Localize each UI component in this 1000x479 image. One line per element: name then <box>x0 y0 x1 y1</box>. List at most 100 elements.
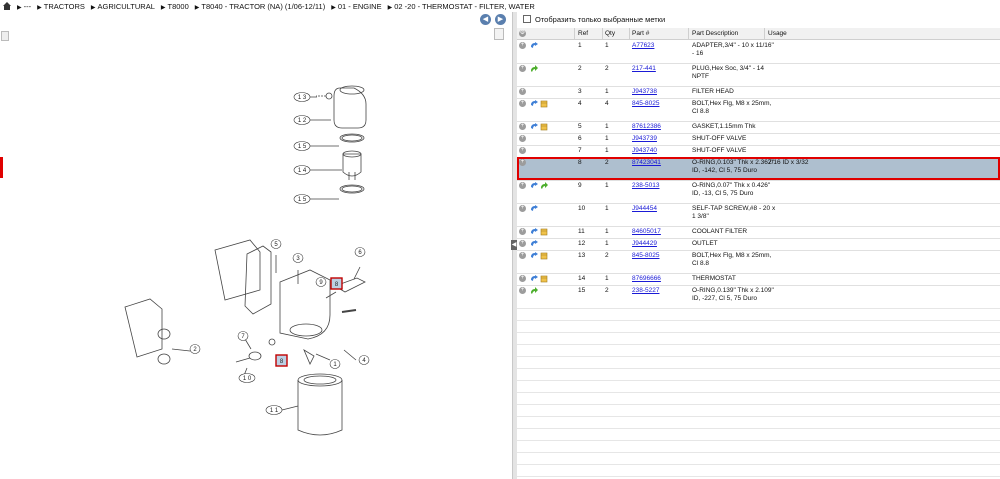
empty-row-line <box>517 464 1000 465</box>
add-to-cart-icon[interactable]: + <box>519 135 526 142</box>
table-row[interactable]: +13 2 845-8025 BOLT,Hex Flg, M8 x 25mm, Cl 8… <box>517 250 1000 274</box>
add-to-cart-icon[interactable]: + <box>519 287 526 294</box>
empty-row-line <box>517 416 1000 417</box>
breadcrumb-item[interactable]: ▶ T8000 <box>161 2 189 11</box>
qty-cell: 1 <box>605 275 609 282</box>
package-icon[interactable] <box>540 275 548 283</box>
ref-cell: 3 <box>578 88 582 95</box>
part-number-link[interactable]: 87612386 <box>632 123 661 131</box>
callout-15b: 1 5 <box>298 197 307 203</box>
description-cell: O-RING,0.07" Thk x 0.426" ID, -13, Cl 5, … <box>692 182 771 197</box>
add-to-cart-icon[interactable]: + <box>519 228 526 235</box>
part-number-link[interactable]: 238-5013 <box>632 182 659 190</box>
breadcrumb-item[interactable]: ▶ --- <box>17 2 31 11</box>
add-to-cart-icon[interactable]: + <box>519 100 526 107</box>
breadcrumb-item[interactable]: ▶ TRACTORS <box>37 2 85 11</box>
table-row[interactable]: +9 1 238-5013 O-RING,0.07" Thk x 0.426" ID, … <box>517 180 1000 204</box>
package-icon[interactable] <box>540 123 548 131</box>
gasket-part <box>244 245 272 315</box>
description-cell: BOLT,Hex Flg, M8 x 25mm, Cl 8.8 <box>692 100 772 115</box>
table-row[interactable]: +15 2 238-5227 O-RING,0.139" Thk x 2.109" ID… <box>517 285 1000 309</box>
qty-cell: 1 <box>605 182 609 189</box>
description-cell: OUTLET <box>692 240 718 247</box>
settings-icon[interactable]: ⚙ <box>519 30 526 37</box>
part-number-link[interactable]: 217-441 <box>632 65 656 73</box>
add-to-cart-icon[interactable]: + <box>519 182 526 189</box>
add-to-cart-icon[interactable]: + <box>519 275 526 282</box>
breadcrumb-item[interactable]: ▶ AGRICULTURAL <box>91 2 155 11</box>
package-icon[interactable] <box>540 100 548 108</box>
part-number-link[interactable]: 238-5227 <box>632 287 659 295</box>
empty-row-line <box>517 308 1000 309</box>
empty-row-line <box>517 320 1000 321</box>
qty-cell: 1 <box>605 228 609 235</box>
replace-arrow-icon[interactable] <box>530 252 538 260</box>
ref-cell: 5 <box>578 123 582 130</box>
part-number-link[interactable]: J943740 <box>632 147 657 155</box>
add-to-cart-icon[interactable]: + <box>519 205 526 212</box>
table-row[interactable]: +2 2 217-441 PLUG,Hex Soc, 3/4" - 14 NPTF <box>517 63 1000 87</box>
diagram-pane: ◀ ▶ 1 3 1 2 1 5 1 4 1 5 5 3 6 9 8 2 7 8 … <box>0 12 512 479</box>
forward-arrow-icon[interactable] <box>530 287 538 295</box>
part-number-link[interactable]: J943739 <box>632 135 657 143</box>
home-icon[interactable] <box>3 2 11 10</box>
header-usage[interactable]: Usage <box>768 30 787 38</box>
add-to-cart-icon[interactable]: + <box>519 65 526 72</box>
add-to-cart-icon[interactable]: + <box>519 252 526 259</box>
plug-part <box>325 92 333 100</box>
add-to-cart-icon[interactable]: + <box>519 147 526 154</box>
description-cell: THERMOSTAT <box>692 275 736 282</box>
header-ref[interactable]: Ref <box>578 30 588 38</box>
callout-15: 1 5 <box>298 144 307 150</box>
replace-arrow-icon[interactable] <box>530 240 538 248</box>
forward-arrow-icon[interactable] <box>530 65 538 73</box>
description-cell: SHUT-OFF VALVE <box>692 147 747 154</box>
part-number-link[interactable]: 845-8025 <box>632 100 659 108</box>
description-cell: ADAPTER,3/4" - 10 x 11/16" - 16 <box>692 42 774 57</box>
part-number-link[interactable]: J943738 <box>632 88 657 96</box>
description-cell: BOLT,Hex Flg, M8 x 25mm, Cl 8.8 <box>692 252 772 267</box>
part-number-link[interactable]: A77623 <box>632 42 654 50</box>
package-icon[interactable] <box>540 252 548 260</box>
add-to-cart-icon[interactable]: + <box>519 240 526 247</box>
qty-cell: 1 <box>605 240 609 247</box>
replace-arrow-icon[interactable] <box>530 182 538 190</box>
outlet-top <box>339 85 365 95</box>
show-selected-checkbox[interactable] <box>523 15 531 23</box>
replace-arrow-icon[interactable] <box>530 228 538 236</box>
callout-10: 1 0 <box>243 376 252 382</box>
part-number-link[interactable]: 84605017 <box>632 228 661 236</box>
table-row[interactable]: +4 4 845-8025 BOLT,Hex Flg, M8 x 25mm, Cl 8.… <box>517 98 1000 122</box>
engine-bracket <box>214 239 261 301</box>
part-number-link[interactable]: 845-8025 <box>632 252 659 260</box>
replace-arrow-icon[interactable] <box>530 100 538 108</box>
breadcrumb-item[interactable]: ▶ T8040 - TRACTOR (NA) (1/06-12/11) <box>195 2 325 11</box>
table-row[interactable]: +1 1 A77623 ADAPTER,3/4" - 10 x 11/16" - 16 <box>517 40 1000 64</box>
replace-arrow-icon[interactable] <box>530 205 538 213</box>
qty-cell: 2 <box>605 65 609 72</box>
breadcrumb-item[interactable]: ▶ 02 -20 - THERMOSTAT - FILTER, WATER <box>388 2 535 11</box>
forward-arrow-icon[interactable] <box>540 182 548 190</box>
description-cell: SELF-TAP SCREW,#8 - 20 x1 3/8" <box>692 205 776 220</box>
breadcrumb-item[interactable]: ▶ 01 - ENGINE <box>331 2 381 11</box>
part-number-link[interactable]: 87696666 <box>632 275 661 283</box>
replace-arrow-icon[interactable] <box>530 275 538 283</box>
table-row[interactable]: +10 1 J944454 SELF-TAP SCREW,#8 - 20 x1 3/8… <box>517 203 1000 227</box>
adapter-part <box>303 349 315 365</box>
replace-arrow-icon[interactable] <box>530 123 538 131</box>
header-part[interactable]: Part # <box>632 30 649 38</box>
part-number-link[interactable]: J944454 <box>632 205 657 213</box>
part-number-link[interactable]: J944429 <box>632 240 657 248</box>
header-qty[interactable]: Qty <box>605 30 615 38</box>
empty-row-line <box>517 392 1000 393</box>
replace-arrow-icon[interactable] <box>530 42 538 50</box>
table-header: ⚙ Ref Qty Part # Part Description Usage <box>517 28 1000 40</box>
left-bracket <box>124 298 163 358</box>
add-to-cart-icon[interactable]: + <box>519 123 526 130</box>
add-to-cart-icon[interactable]: + <box>519 88 526 95</box>
parts-list-pane: Отобразить только выбранные метки ⚙ Ref … <box>517 12 1000 479</box>
add-to-cart-icon[interactable]: + <box>519 42 526 49</box>
empty-row-line <box>517 332 1000 333</box>
header-description[interactable]: Part Description <box>692 30 738 38</box>
package-icon[interactable] <box>540 228 548 236</box>
